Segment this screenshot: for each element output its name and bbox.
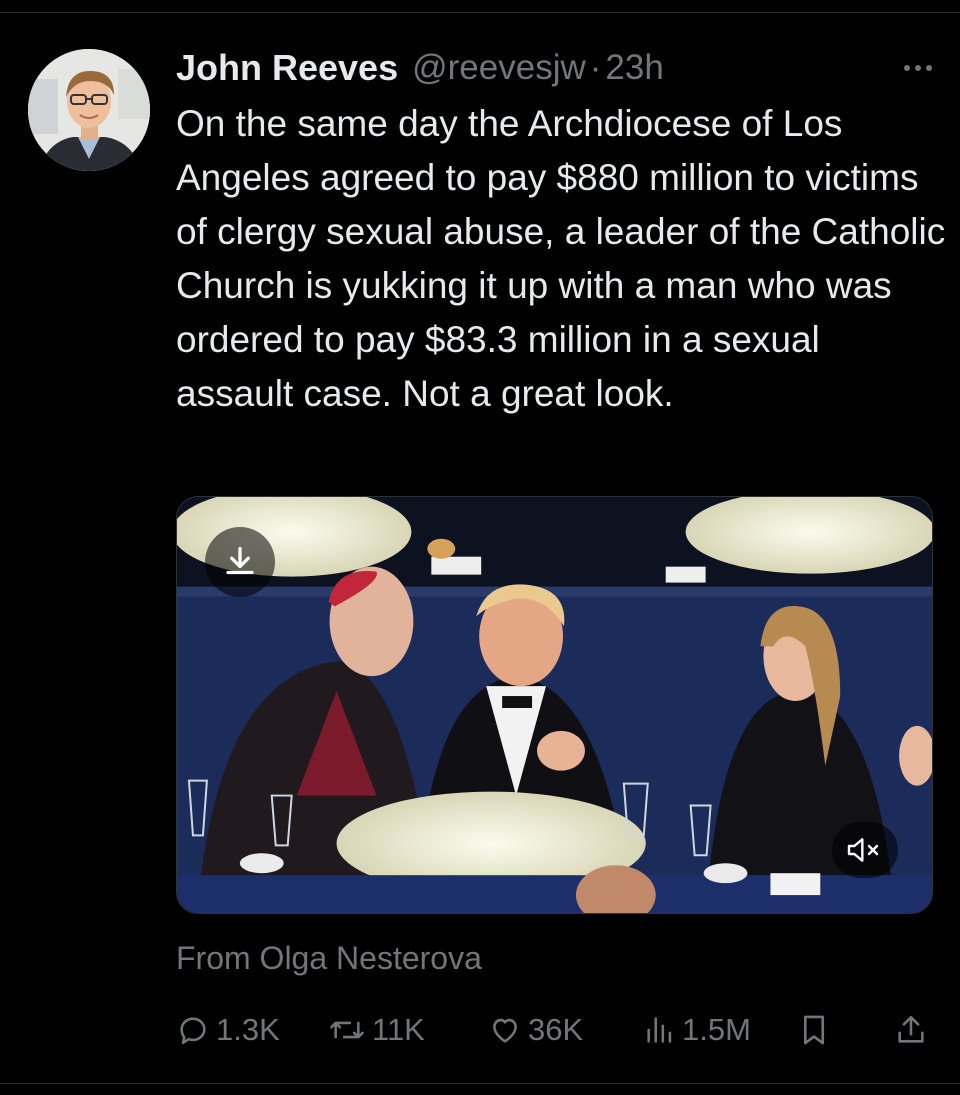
download-icon [226,546,254,575]
video-player[interactable] [176,496,933,914]
reply-count: 1.3K [216,1012,280,1047]
top-divider [0,12,960,13]
media-attribution[interactable]: From Olga Nesterova [176,940,482,977]
like-count: 36K [528,1012,584,1047]
more-dots-icon [904,65,910,71]
share-icon [898,1015,924,1043]
tweet-header: John Reeves @reevesjw · 23h [176,44,940,92]
views-button[interactable]: 1.5M [644,1006,751,1054]
more-dots-icon [915,65,921,71]
video-frame [177,497,932,913]
download-button[interactable] [205,527,275,597]
views-count: 1.5M [682,1012,751,1047]
bookmark-button[interactable] [798,1006,830,1054]
timestamp[interactable]: 23h [605,48,663,88]
more-dots-icon [926,65,932,71]
separator-dot: · [589,48,602,87]
reply-button[interactable]: 1.3K [176,1006,280,1054]
mute-button[interactable] [832,822,898,878]
author-handle[interactable]: @reevesjw [412,48,586,88]
author-name[interactable]: John Reeves [176,47,398,89]
share-button[interactable] [894,1006,928,1054]
retweet-count: 11K [372,1012,425,1047]
like-button[interactable]: 36K [488,1006,583,1054]
retweet-button[interactable]: 11K [328,1006,425,1054]
tweet-text: On the same day the Archdiocese of Los A… [176,103,946,414]
avatar[interactable] [28,49,150,171]
bottom-divider [0,1083,960,1084]
retweet-icon [330,1021,364,1039]
avatar-photo [28,49,150,171]
mute-icon [847,838,879,862]
views-icon [647,1017,672,1043]
bookmark-icon [803,1015,825,1045]
heart-icon [493,1018,517,1043]
more-options-button[interactable] [904,44,932,92]
action-bar: 1.3K 11K 36K 1.5M [176,1006,936,1054]
reply-icon [180,1017,206,1045]
